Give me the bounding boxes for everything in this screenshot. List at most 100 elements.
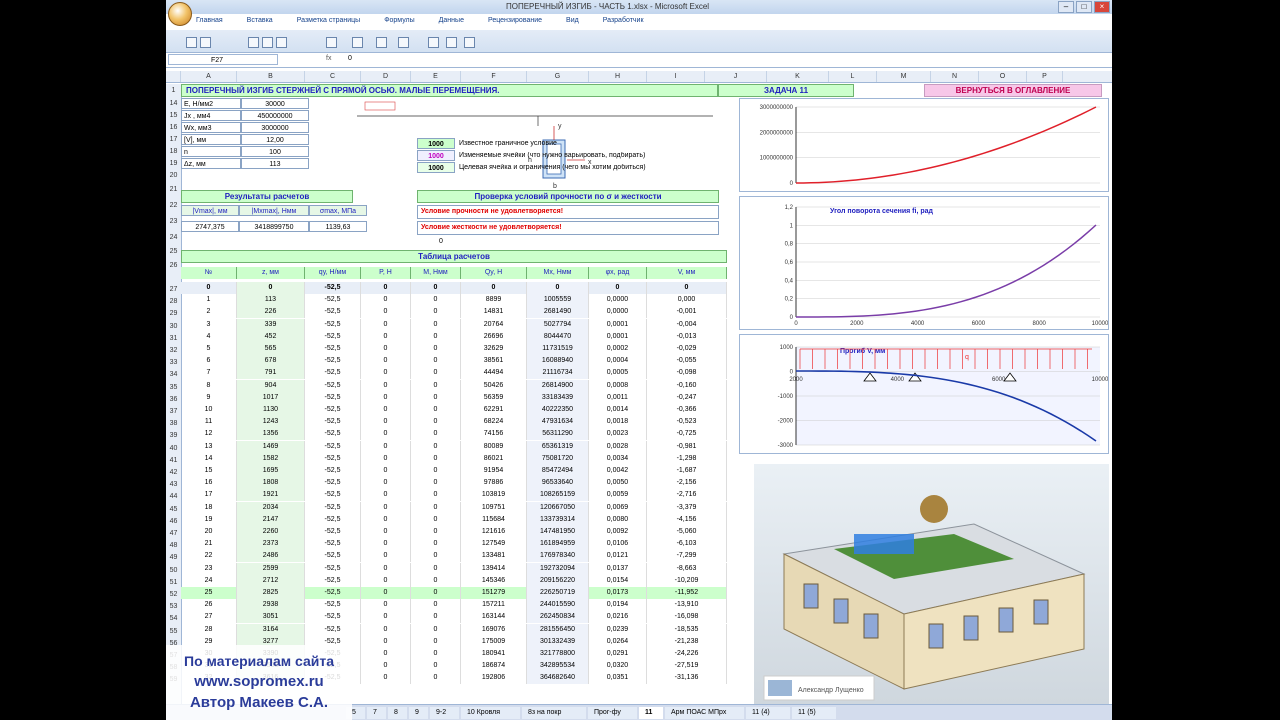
table-cell[interactable]: 2	[181, 306, 237, 319]
table-cell[interactable]: 2486	[237, 550, 305, 563]
table-cell[interactable]: 0,0069	[589, 501, 647, 514]
table-cell[interactable]: -52,5	[305, 574, 361, 587]
table-cell[interactable]: 0	[361, 367, 411, 380]
table-cell[interactable]: 1243	[237, 416, 305, 429]
table-cell[interactable]: 0,0018	[589, 416, 647, 429]
table-cell[interactable]: 1469	[237, 440, 305, 453]
row-header[interactable]: 19	[166, 160, 181, 167]
table-cell[interactable]: 56359	[461, 391, 527, 404]
table-cell[interactable]: 0	[411, 489, 461, 502]
table-cell[interactable]: 0	[411, 294, 461, 307]
table-cell[interactable]: -52,5	[305, 587, 361, 599]
sheet-tab[interactable]: 8з на покр	[522, 707, 586, 719]
table-row[interactable]: 28 3164 -52,5 0 0 169076 281556450 0,0239 -18,53…	[181, 623, 727, 636]
row-header[interactable]: 46	[166, 518, 181, 525]
table-cell[interactable]: 321778800	[527, 648, 589, 660]
check-icon[interactable]	[464, 37, 475, 48]
table-cell[interactable]: 0	[411, 526, 461, 538]
table-cell[interactable]: 9	[181, 391, 237, 404]
table-cell[interactable]: 0	[411, 635, 461, 648]
redo-icon[interactable]	[200, 37, 211, 48]
table-row[interactable]: 15 1695 -52,5 0 0 91954 85472494 0,0042 -1,687	[181, 465, 727, 477]
table-cell[interactable]: 0	[411, 282, 461, 294]
table-cell[interactable]: 2034	[237, 501, 305, 514]
table-row[interactable]: 26 2938 -52,5 0 0 157211 244015590 0,0194 -13,91…	[181, 599, 727, 612]
table-cell[interactable]: 4	[181, 330, 237, 343]
table-cell[interactable]: 0	[411, 404, 461, 416]
table-cell[interactable]: 68224	[461, 416, 527, 429]
table-cell[interactable]: 2712	[237, 574, 305, 587]
table-cell[interactable]: 163144	[461, 611, 527, 624]
table-cell[interactable]: 11	[181, 416, 237, 429]
table-cell[interactable]: -0,725	[647, 428, 727, 441]
table-cell[interactable]: 0,0034	[589, 452, 647, 465]
row-header[interactable]: 24	[166, 234, 181, 241]
table-row[interactable]: 14 1582 -52,5 0 0 86021 75081720 0,0034 -1,298	[181, 452, 727, 465]
table-cell[interactable]: 0,0008	[589, 379, 647, 392]
table-cell[interactable]: -1,687	[647, 465, 727, 477]
table-cell[interactable]: 85472494	[527, 465, 589, 477]
maximize-button[interactable]: □	[1076, 1, 1092, 13]
border-icon[interactable]	[248, 37, 259, 48]
table-cell[interactable]: 91954	[461, 465, 527, 477]
table-cell[interactable]: 17	[181, 489, 237, 502]
table-cell[interactable]: -18,535	[647, 623, 727, 636]
table-cell[interactable]: 0,0001	[589, 330, 647, 343]
table-cell[interactable]: -2,716	[647, 489, 727, 502]
row-header[interactable]: 39	[166, 432, 181, 439]
table-cell[interactable]: 0	[411, 330, 461, 343]
table-cell[interactable]: -31,136	[647, 672, 727, 685]
table-cell[interactable]: 180941	[461, 648, 527, 660]
table-cell[interactable]: 0	[361, 428, 411, 441]
table-cell[interactable]: 23	[181, 562, 237, 575]
table-cell[interactable]: 262450834	[527, 611, 589, 624]
table-cell[interactable]: -52,5	[305, 306, 361, 319]
table-cell[interactable]: 0	[411, 343, 461, 355]
table-cell[interactable]: 565	[237, 343, 305, 355]
table-cell[interactable]: 0	[361, 343, 411, 355]
table-cell[interactable]: 0	[361, 465, 411, 477]
table-cell[interactable]: -52,5	[305, 526, 361, 538]
table-cell[interactable]: 169076	[461, 623, 527, 636]
table-cell[interactable]: 1808	[237, 477, 305, 490]
table-cell[interactable]: 0	[411, 452, 461, 465]
table-cell[interactable]: 175009	[461, 635, 527, 648]
table-cell[interactable]: 678	[237, 355, 305, 368]
table-cell[interactable]: 0,0001	[589, 318, 647, 331]
table-cell[interactable]: 20	[181, 526, 237, 538]
table-cell[interactable]: 904	[237, 379, 305, 392]
ribbon-tab[interactable]: Формулы	[384, 17, 414, 29]
table-cell[interactable]: 0	[411, 660, 461, 673]
column-header[interactable]: K	[767, 71, 829, 82]
table-cell[interactable]: -7,299	[647, 550, 727, 563]
table-cell[interactable]: 0,0291	[589, 648, 647, 660]
table-cell[interactable]: 0	[411, 440, 461, 453]
table-cell[interactable]: 0	[411, 587, 461, 599]
table-cell[interactable]: 0,0011	[589, 391, 647, 404]
row-header[interactable]: 41	[166, 457, 181, 464]
row-header[interactable]: 29	[166, 310, 181, 317]
table-cell[interactable]: 0	[461, 282, 527, 294]
table-cell[interactable]: -16,098	[647, 611, 727, 624]
table-row[interactable]: 8 904 -52,5 0 0 50426 26814900 0,0008 -0,160	[181, 379, 727, 392]
table-cell[interactable]: 157211	[461, 599, 527, 612]
row-header[interactable]: 44	[166, 493, 181, 500]
table-cell[interactable]: -13,910	[647, 599, 727, 612]
row-header[interactable]: 42	[166, 469, 181, 476]
table-cell[interactable]: 0	[361, 318, 411, 331]
table-row[interactable]: 19 2147 -52,5 0 0 115684 133739314 0,0080 -4,156	[181, 513, 727, 526]
table-cell[interactable]: -52,5	[305, 465, 361, 477]
table-cell[interactable]: -52,5	[305, 452, 361, 465]
table-cell[interactable]: 13	[181, 440, 237, 453]
table-row[interactable]: 16 1808 -52,5 0 0 97886 96533640 0,0050 -2,156	[181, 477, 727, 490]
table-cell[interactable]: 40222350	[527, 404, 589, 416]
sheet-tab[interactable]: 8	[388, 707, 407, 719]
table-cell[interactable]: 0	[361, 306, 411, 319]
table-cell[interactable]: 10	[181, 404, 237, 416]
ribbon-tab[interactable]: Разметка страницы	[297, 17, 361, 29]
table-row[interactable]: 18 2034 -52,5 0 0 109751 120667050 0,0069 -3,379	[181, 501, 727, 514]
row-header[interactable]: 26	[166, 262, 181, 269]
param-value[interactable]: 113	[241, 158, 309, 169]
ribbon-tab[interactable]: Вставка	[247, 17, 273, 29]
table-cell[interactable]: 0,0023	[589, 428, 647, 441]
